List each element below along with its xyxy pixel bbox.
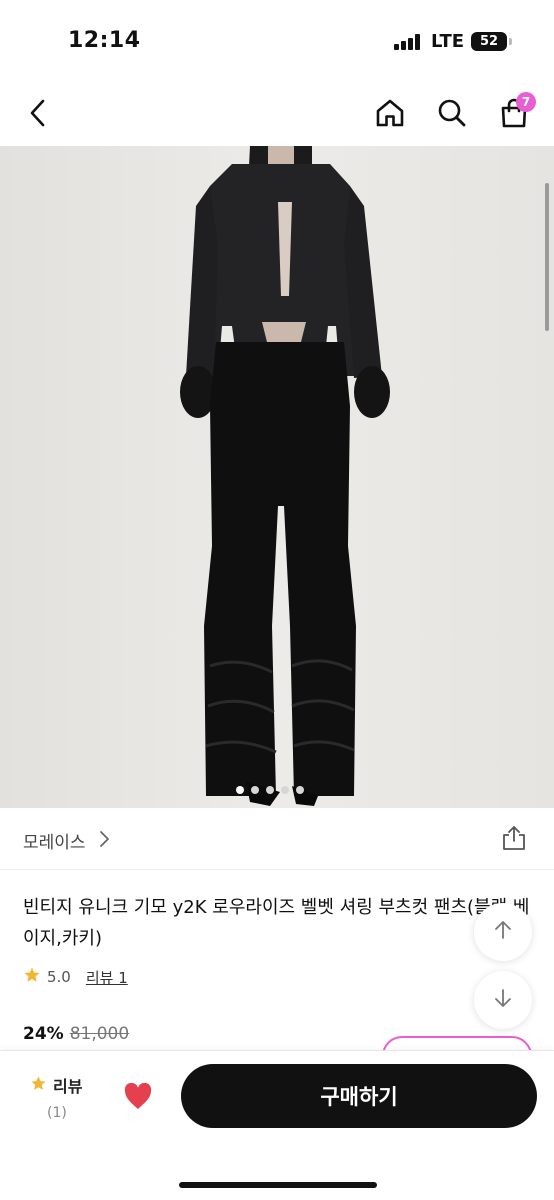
gallery-dot[interactable]	[281, 786, 289, 794]
gallery-dot[interactable]	[266, 786, 274, 794]
scroll-top-button[interactable]	[474, 903, 532, 961]
star-icon	[23, 966, 41, 988]
home-icon[interactable]	[371, 94, 409, 132]
chevron-right-icon	[98, 830, 110, 852]
price-row: 24% 81,000	[23, 1024, 129, 1044]
gallery-dot[interactable]	[296, 786, 304, 794]
rating-value: 5.0	[47, 968, 71, 986]
back-icon[interactable]	[20, 94, 58, 132]
brand-name[interactable]: 모레이스	[23, 828, 86, 853]
heart-icon[interactable]	[122, 1081, 154, 1115]
gallery-dot[interactable]	[236, 786, 244, 794]
buy-button[interactable]: 구매하기	[181, 1064, 537, 1128]
search-icon[interactable]	[433, 94, 471, 132]
review-count: (1)	[47, 1105, 67, 1121]
arrow-up-icon	[492, 919, 514, 945]
home-indicator	[179, 1182, 377, 1188]
share-icon[interactable]	[500, 824, 528, 856]
rating-row: 5.0 리뷰 1	[23, 964, 128, 990]
arrow-down-icon	[492, 987, 514, 1013]
product-title: 빈티지 유니크 기모 y2K 로우라이즈 벨벳 셔링 부츠컷 팬츠(블랙,베이지…	[23, 897, 530, 949]
review-summary[interactable]: 리뷰 (1)	[30, 1073, 100, 1121]
scroll-bottom-button[interactable]	[474, 971, 532, 1029]
nav-bar	[0, 80, 554, 146]
signal-icon	[394, 34, 422, 50]
status-time: 12:14	[68, 28, 141, 53]
gallery-dot[interactable]	[251, 786, 259, 794]
product-image[interactable]	[0, 146, 554, 808]
product-photo	[180, 146, 390, 806]
original-price: 81,000	[69, 1024, 130, 1044]
scroll-indicator[interactable]	[545, 183, 549, 331]
network-label: LTE	[431, 31, 465, 52]
discount-rate: 24%	[23, 1024, 64, 1044]
status-bar: 12:14 LTE 52	[0, 0, 554, 80]
review-link[interactable]: 리뷰 1	[86, 967, 128, 988]
star-icon	[30, 1075, 47, 1096]
battery-cap	[509, 38, 512, 45]
gallery-dots	[236, 786, 304, 794]
review-label: 리뷰	[53, 1077, 83, 1096]
bottom-action-bar: 리뷰 (1) 구매하기	[0, 1050, 554, 1200]
battery-icon: 52	[471, 32, 507, 51]
brand-row[interactable]: 모레이스	[0, 808, 554, 870]
cart-count-badge: 7	[516, 92, 536, 112]
